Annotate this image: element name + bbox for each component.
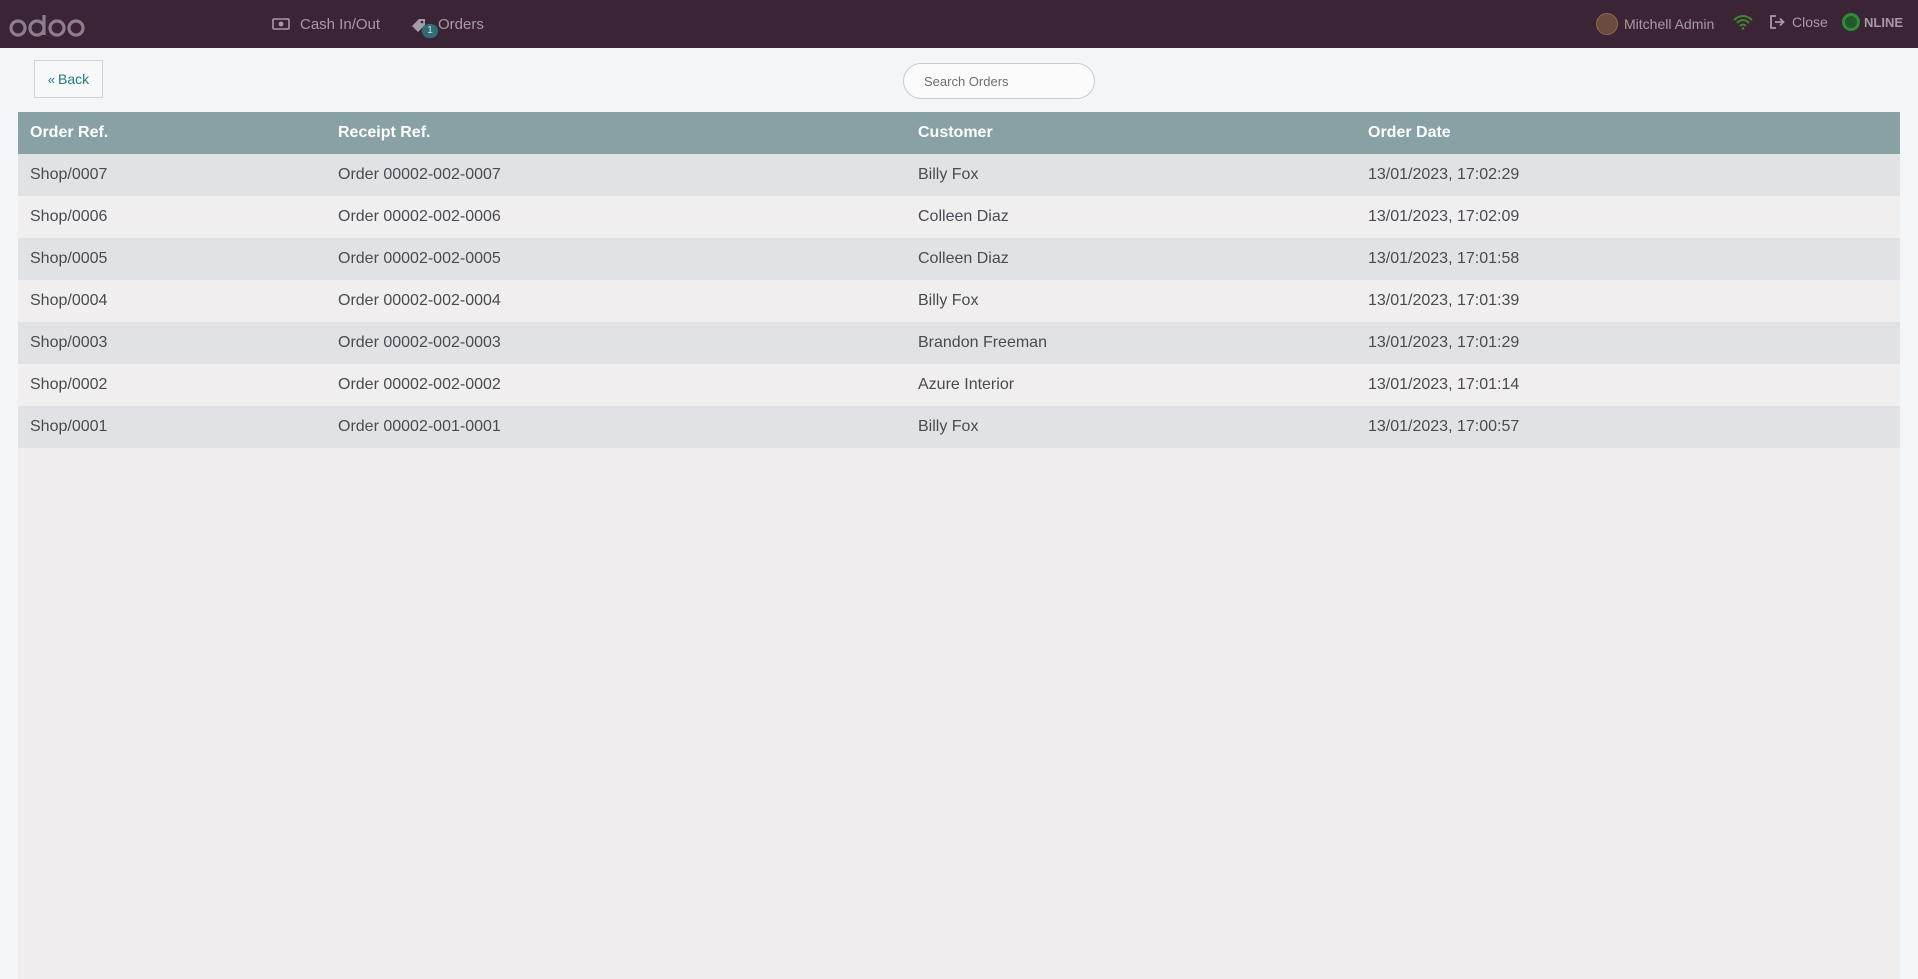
header-customer: Customer <box>918 124 993 141</box>
order-date-cell: 13/01/2023, 17:00:57 <box>1368 418 1520 435</box>
order-ref-cell: Shop/0007 <box>30 166 108 183</box>
order-ref-cell: Shop/0002 <box>30 376 108 393</box>
order-date-cell: 13/01/2023, 17:02:09 <box>1368 208 1520 225</box>
order-date-cell: 13/01/2023, 17:02:29 <box>1368 166 1520 183</box>
header-order-ref: Order Ref. <box>30 124 109 141</box>
order-date-cell: 13/01/2023, 17:01:14 <box>1368 376 1520 393</box>
cash-in-out-label: Cash In/Out <box>300 15 381 33</box>
customer-cell: Azure Interior <box>918 376 1015 393</box>
table-row[interactable]: Shop/0005 Order 00002-002-0005 Colleen D… <box>18 238 1900 280</box>
cash-in-out-button[interactable]: Cash In/Out <box>272 0 380 48</box>
table-row[interactable]: Shop/0006 Order 00002-002-0006 Colleen D… <box>18 196 1900 238</box>
user-name: Mitchell Admin <box>1624 16 1715 32</box>
table-row[interactable]: Shop/0001 Order 00002-001-0001 Billy Fox… <box>18 406 1900 448</box>
header-receipt-ref: Receipt Ref. <box>338 124 431 141</box>
status-label: NLINE <box>1864 14 1903 30</box>
orders-count-badge: 1 <box>422 24 438 38</box>
back-label: Back <box>58 71 90 87</box>
close-label: Close <box>1792 14 1828 30</box>
receipt-ref-cell: Order 00002-002-0003 <box>338 334 501 351</box>
order-ref-cell: Shop/0001 <box>30 418 108 435</box>
controls-bar: « Back <box>0 48 1918 112</box>
double-chevron-left-icon: « <box>47 71 56 87</box>
receipt-ref-cell: Order 00002-001-0001 <box>338 418 501 435</box>
customer-cell: Billy Fox <box>918 292 979 309</box>
customer-cell: Billy Fox <box>918 166 979 183</box>
order-ref-cell: Shop/0004 <box>30 292 108 309</box>
search-input[interactable] <box>903 63 1095 99</box>
order-ref-cell: Shop/0003 <box>30 334 108 351</box>
orders-button[interactable]: 1 Orders <box>410 0 484 48</box>
table-row[interactable]: Shop/0002 Order 00002-002-0002 Azure Int… <box>18 364 1900 406</box>
wifi-icon <box>1733 15 1753 30</box>
receipt-ref-cell: Order 00002-002-0006 <box>338 208 501 225</box>
top-bar: Cash In/Out 1 Orders Mitchell Admin Clos… <box>0 0 1918 48</box>
order-ref-cell: Shop/0005 <box>30 250 108 267</box>
orders-label: Orders <box>438 15 484 33</box>
order-date-cell: 13/01/2023, 17:01:39 <box>1368 292 1520 309</box>
order-date-cell: 13/01/2023, 17:01:58 <box>1368 250 1520 267</box>
table-row[interactable]: Shop/0003 Order 00002-002-0003 Brandon F… <box>18 322 1900 364</box>
table-row[interactable]: Shop/0007 Order 00002-002-0007 Billy Fox… <box>18 154 1900 196</box>
customer-cell: Colleen Diaz <box>918 208 1009 225</box>
orders-table: Order Ref. Receipt Ref. Customer Order D… <box>18 112 1900 979</box>
table-header: Order Ref. Receipt Ref. Customer Order D… <box>18 112 1900 154</box>
customer-cell: Billy Fox <box>918 418 979 435</box>
odoo-logo <box>9 15 85 37</box>
money-icon <box>272 18 290 30</box>
order-date-cell: 13/01/2023, 17:01:29 <box>1368 334 1520 351</box>
receipt-ref-cell: Order 00002-002-0005 <box>338 250 501 267</box>
back-button[interactable]: « Back <box>34 60 103 98</box>
avatar <box>1596 13 1618 35</box>
receipt-ref-cell: Order 00002-002-0004 <box>338 292 501 309</box>
close-session-button[interactable]: Close <box>1770 0 1828 44</box>
receipt-ref-cell: Order 00002-002-0002 <box>338 376 501 393</box>
header-order-date: Order Date <box>1368 124 1451 141</box>
receipt-ref-cell: Order 00002-002-0007 <box>338 166 501 183</box>
user-menu[interactable]: Mitchell Admin <box>1596 0 1714 48</box>
customer-cell: Colleen Diaz <box>918 250 1009 267</box>
table-row[interactable]: Shop/0004 Order 00002-002-0004 Billy Fox… <box>18 280 1900 322</box>
sign-out-icon <box>1770 15 1785 29</box>
order-ref-cell: Shop/0006 <box>30 208 108 225</box>
online-status-icon <box>1842 13 1860 31</box>
connection-status[interactable]: NLINE <box>1842 0 1903 44</box>
customer-cell: Brandon Freeman <box>918 334 1047 351</box>
